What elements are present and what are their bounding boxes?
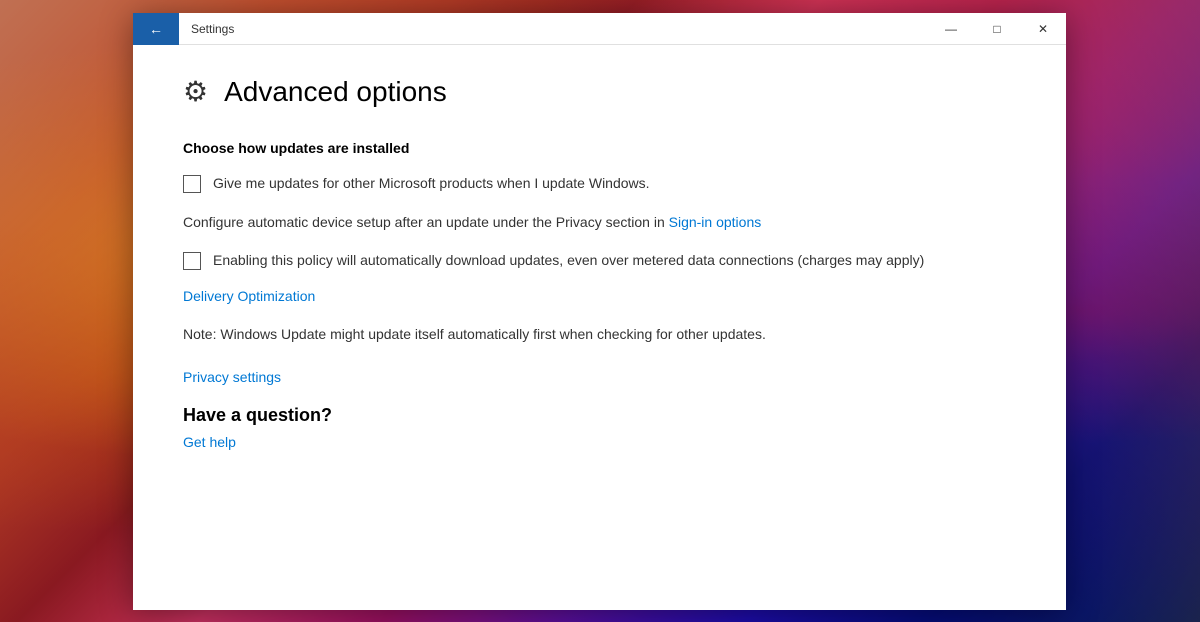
title-bar: ← Settings — □ ✕ [133, 13, 1066, 45]
gear-icon: ⚙ [183, 75, 208, 108]
checkbox-2-label: Enabling this policy will automatically … [213, 251, 924, 271]
note-text: Note: Windows Update might update itself… [183, 324, 1016, 345]
settings-window: ← Settings — □ ✕ ⚙ Advanced options Choo… [133, 13, 1066, 610]
checkbox-microsoft-products[interactable] [183, 175, 201, 193]
checkbox-row-2: Enabling this policy will automatically … [183, 251, 1016, 271]
window-title: Settings [179, 22, 928, 36]
page-content: ⚙ Advanced options Choose how updates ar… [133, 45, 1066, 610]
question-heading: Have a question? [183, 405, 1016, 426]
info-text-signin: Configure automatic device setup after a… [183, 212, 1016, 233]
signin-options-link[interactable]: Sign-in options [669, 214, 762, 230]
close-button[interactable]: ✕ [1020, 13, 1066, 45]
get-help-link[interactable]: Get help [183, 434, 1016, 450]
back-button[interactable]: ← [133, 13, 179, 45]
info-text-prefix: Configure automatic device setup after a… [183, 214, 669, 230]
section-heading: Choose how updates are installed [183, 140, 1016, 156]
checkbox-row-1: Give me updates for other Microsoft prod… [183, 174, 1016, 194]
minimize-button[interactable]: — [928, 13, 974, 45]
checkbox-metered-connections[interactable] [183, 252, 201, 270]
privacy-settings-link[interactable]: Privacy settings [183, 369, 1016, 385]
window-controls: — □ ✕ [928, 13, 1066, 45]
checkbox-1-label: Give me updates for other Microsoft prod… [213, 174, 650, 194]
page-title: Advanced options [224, 76, 447, 108]
maximize-button[interactable]: □ [974, 13, 1020, 45]
delivery-optimization-link[interactable]: Delivery Optimization [183, 288, 1016, 304]
page-header: ⚙ Advanced options [183, 75, 1016, 108]
back-arrow-icon: ← [149, 21, 163, 37]
